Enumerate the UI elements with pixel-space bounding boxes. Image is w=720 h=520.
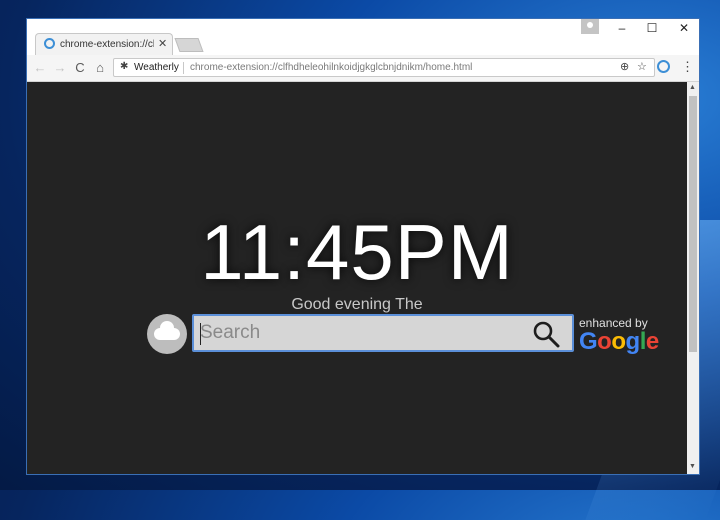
google-logo: Google bbox=[579, 328, 659, 356]
extension-chip-label: Weatherly bbox=[134, 62, 179, 73]
new-tab-button[interactable] bbox=[174, 38, 204, 52]
scrollbar-thumb[interactable] bbox=[689, 96, 697, 352]
google-letter: e bbox=[645, 328, 659, 355]
address-bar[interactable]: ✱ Weatherly chrome-extension://clfhdhele… bbox=[113, 58, 655, 77]
search-icon[interactable] bbox=[532, 320, 560, 348]
bookmark-star-icon[interactable]: ☆ bbox=[637, 60, 647, 73]
puzzle-extension-icon: ✱ bbox=[120, 61, 129, 72]
google-letter: o bbox=[597, 328, 612, 355]
tab-title: chrome-extension://clfhdheleohilnkoidjgk… bbox=[60, 39, 154, 50]
weather-cloud-icon[interactable] bbox=[147, 314, 187, 354]
google-letter: G bbox=[579, 328, 598, 355]
close-window-button[interactable]: ✕ bbox=[669, 21, 699, 35]
forward-button[interactable]: → bbox=[51, 59, 69, 77]
url-text[interactable]: chrome-extension://clfhdheleohilnkoidjgk… bbox=[190, 62, 472, 73]
scroll-up-arrow-icon[interactable]: ▲ bbox=[689, 84, 696, 91]
address-divider bbox=[183, 62, 184, 74]
text-caret bbox=[200, 323, 201, 345]
browser-window: chrome-extension://clfhdheleohilnkoidjgk… bbox=[27, 19, 699, 474]
maximize-button[interactable]: ☐ bbox=[637, 21, 667, 35]
scroll-down-arrow-icon[interactable]: ▼ bbox=[689, 463, 696, 470]
reload-button[interactable]: C bbox=[71, 59, 89, 77]
browser-tab[interactable]: chrome-extension://clfhdheleohilnkoidjgk… bbox=[35, 33, 173, 55]
google-letter: o bbox=[611, 328, 626, 355]
minimize-button[interactable]: – bbox=[607, 21, 637, 35]
location-target-icon[interactable]: ⊕ bbox=[620, 60, 629, 73]
page-content: 11:45PM Good evening The enhanced by Goo… bbox=[27, 82, 687, 474]
browser-menu-icon[interactable]: ⋮ bbox=[681, 59, 694, 75]
google-letter: g bbox=[625, 328, 641, 355]
search-input[interactable] bbox=[200, 320, 520, 346]
clock-time: 11:45PM bbox=[200, 208, 514, 296]
profile-icon[interactable] bbox=[581, 19, 599, 34]
vertical-scrollbar[interactable]: ▲ ▼ bbox=[687, 82, 699, 474]
tab-strip: chrome-extension://clfhdheleohilnkoidjgk… bbox=[27, 19, 699, 55]
tab-close-icon[interactable]: ✕ bbox=[158, 37, 167, 50]
weatherly-extension-icon[interactable] bbox=[657, 60, 670, 73]
greeting-text: Good evening The bbox=[291, 296, 423, 313]
browser-toolbar: ← → C ⌂ ✱ Weatherly chrome-extension://c… bbox=[27, 55, 699, 82]
back-button[interactable]: ← bbox=[31, 59, 49, 77]
search-box[interactable] bbox=[192, 314, 574, 352]
cloud-shape bbox=[154, 321, 180, 340]
weatherly-favicon-icon bbox=[44, 38, 55, 49]
home-button[interactable]: ⌂ bbox=[91, 59, 109, 77]
